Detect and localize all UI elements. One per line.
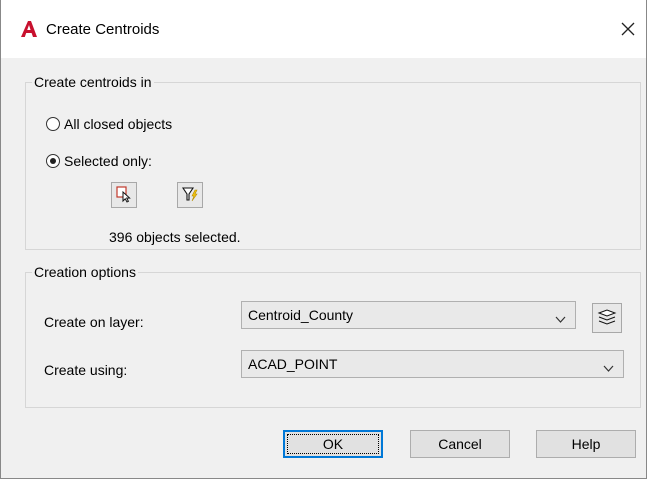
create-centroids-in-label: Create centroids in	[32, 73, 154, 91]
cancel-button-label: Cancel	[438, 436, 482, 452]
cancel-button[interactable]: Cancel	[410, 430, 510, 458]
autocad-a-icon	[20, 20, 38, 38]
radio-selected-only-circle[interactable]	[46, 154, 60, 168]
objects-selected-status: 396 objects selected.	[109, 229, 241, 245]
help-button[interactable]: Help	[536, 430, 636, 458]
create-on-layer-label: Create on layer:	[44, 314, 144, 330]
create-centroids-in-group: Create centroids in All closed objects S…	[25, 73, 641, 250]
ok-button[interactable]: OK	[283, 430, 383, 458]
select-objects-icon	[115, 185, 133, 206]
quick-select-button[interactable]	[177, 182, 203, 208]
create-on-layer-value: Centroid_County	[248, 307, 354, 323]
close-x-icon	[621, 22, 635, 39]
window-title: Create Centroids	[46, 21, 160, 38]
create-using-dropdown[interactable]: ACAD_POINT	[241, 350, 624, 378]
radio-selected-only[interactable]: Selected only:	[46, 153, 152, 169]
radio-all-closed-objects[interactable]: All closed objects	[46, 116, 172, 132]
create-on-layer-dropdown[interactable]: Centroid_County	[241, 301, 576, 329]
create-using-value: ACAD_POINT	[248, 356, 338, 372]
creation-options-label: Creation options	[32, 263, 138, 281]
create-using-label: Create using:	[44, 362, 128, 378]
layer-manager-button[interactable]	[592, 303, 622, 333]
layer-manager-icon	[597, 308, 617, 329]
create-centroids-dialog: Create Centroids Create centroids in All…	[0, 0, 647, 479]
help-button-label: Help	[571, 436, 601, 452]
quick-select-filter-icon	[181, 185, 199, 206]
select-objects-button[interactable]	[111, 182, 137, 208]
radio-all-closed-objects-circle[interactable]	[46, 117, 60, 131]
chevron-down-icon	[555, 311, 566, 323]
close-button[interactable]	[610, 12, 646, 48]
radio-selected-only-label: Selected only:	[64, 153, 152, 169]
title-bar: Create Centroids	[1, 0, 646, 58]
creation-options-group: Creation options Create on layer: Centro…	[25, 263, 641, 408]
focus-ring	[287, 434, 379, 454]
radio-all-closed-objects-label: All closed objects	[64, 116, 173, 132]
chevron-down-icon	[603, 360, 614, 372]
